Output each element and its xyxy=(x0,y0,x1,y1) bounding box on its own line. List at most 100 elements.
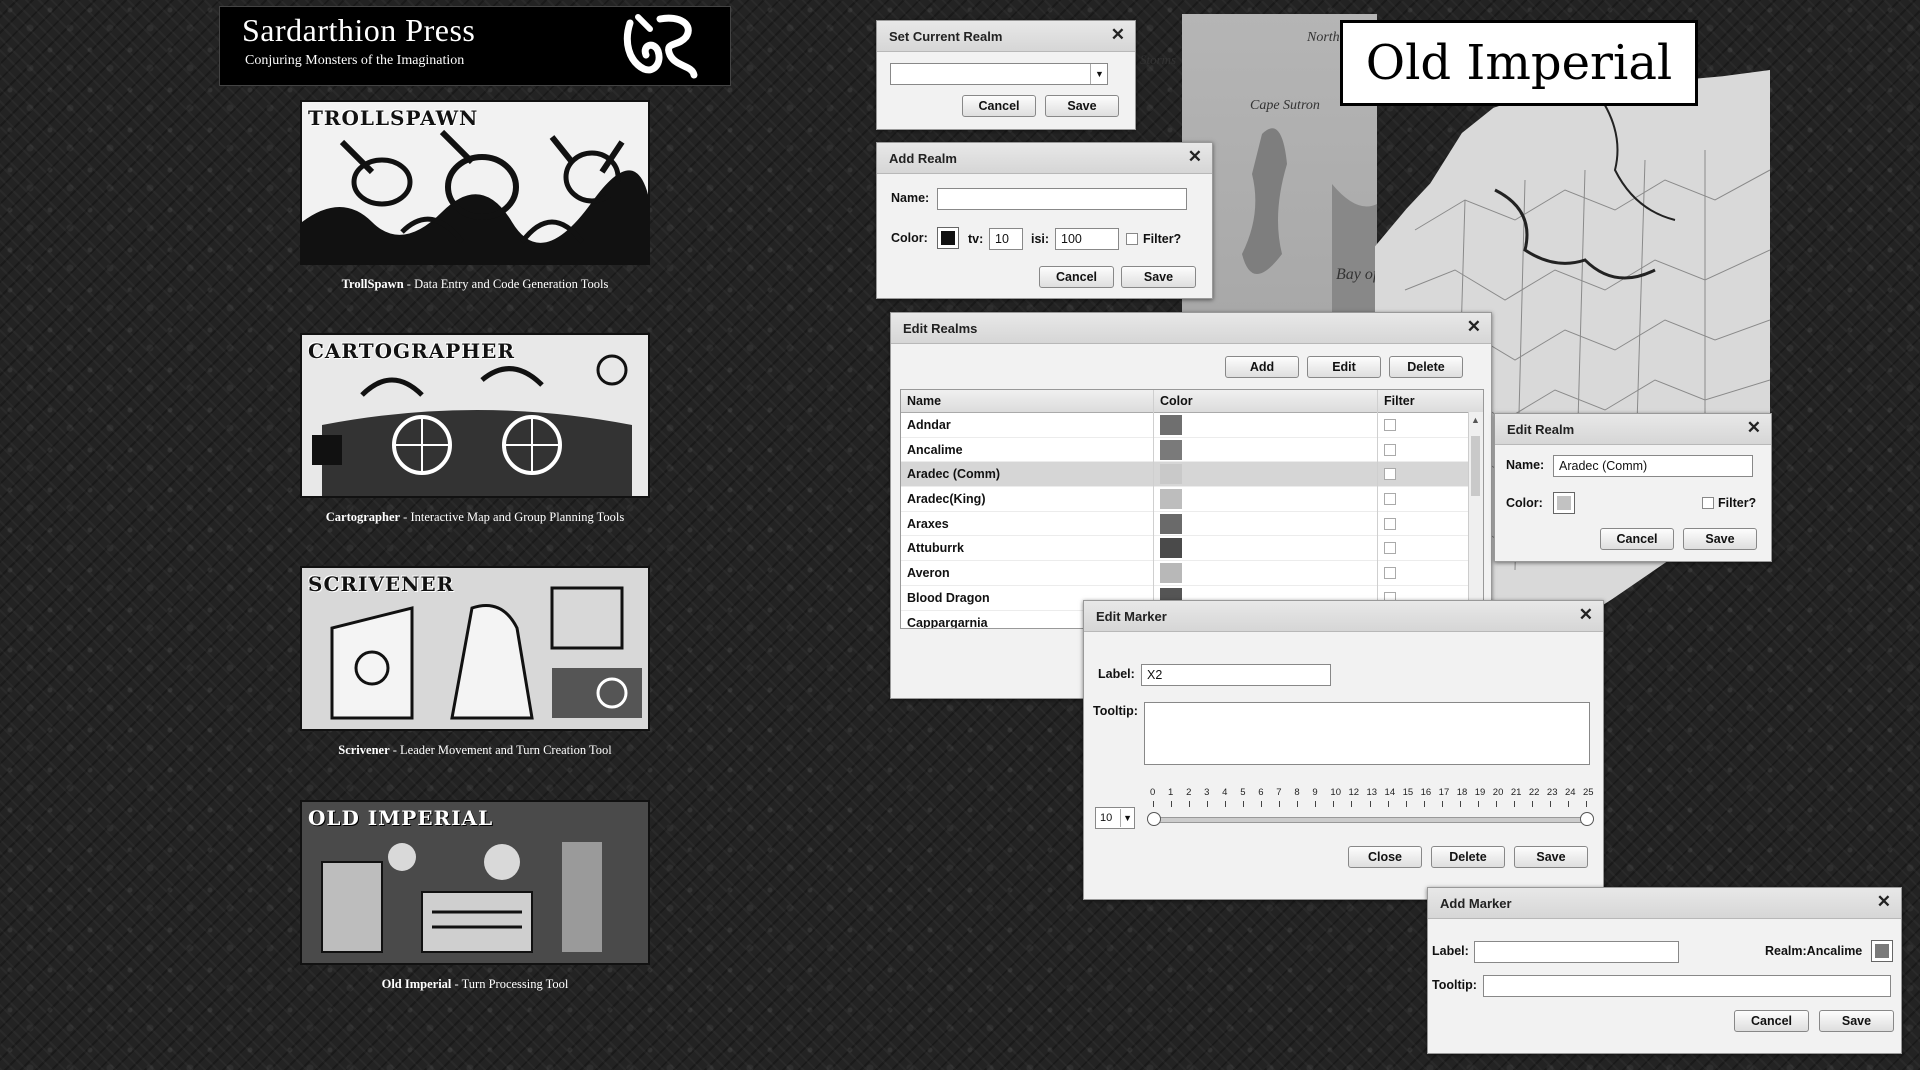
tool-old-imperial[interactable]: OLD IMPERIAL Old Imperial - Turn Process… xyxy=(300,800,650,992)
column-name[interactable]: Name xyxy=(907,394,941,408)
edit-realm-button[interactable]: Edit xyxy=(1307,356,1381,378)
realm-filter-checkbox[interactable] xyxy=(1384,542,1396,555)
press-banner[interactable]: Sardarthion Press Conjuring Monsters of … xyxy=(219,6,731,86)
name-input[interactable]: Aradec (Comm) xyxy=(1553,455,1753,477)
tool-scrivener[interactable]: SCRIVENER Scrivener - Leader Movement an… xyxy=(300,566,650,758)
label-label: Label: xyxy=(1432,944,1469,958)
table-row[interactable]: Ancalime xyxy=(901,438,1483,463)
step-select[interactable]: 10 ▼ xyxy=(1095,807,1135,829)
realm-name-cell: Araxes xyxy=(907,516,949,531)
scrivener-image[interactable]: SCRIVENER xyxy=(300,566,650,731)
tool-trollspawn[interactable]: TROLLSPAWN TrollSpawn - Data Entry and C… xyxy=(300,100,650,292)
slider-track[interactable] xyxy=(1155,817,1587,823)
color-label: Color: xyxy=(891,231,928,245)
realm-select[interactable] xyxy=(890,63,1108,85)
label-input[interactable]: X2 xyxy=(1141,664,1331,686)
scrivener-caption[interactable]: Scrivener - Leader Movement and Turn Cre… xyxy=(300,743,650,758)
realm-color-cell[interactable] xyxy=(1160,563,1182,584)
add-marker-dialog: Add Marker ✕ Label: Realm:Ancalime Toolt… xyxy=(1427,887,1902,1054)
isi-input[interactable]: 100 xyxy=(1055,228,1119,250)
table-row[interactable]: Averon xyxy=(901,561,1483,586)
save-button[interactable]: Save xyxy=(1045,95,1119,117)
color-swatch xyxy=(1557,496,1571,510)
add-realm-button[interactable]: Add xyxy=(1225,356,1299,378)
close-icon[interactable]: ✕ xyxy=(1188,147,1202,167)
cancel-button[interactable]: Cancel xyxy=(1039,266,1114,288)
close-icon[interactable]: ✕ xyxy=(1579,605,1593,625)
tv-input[interactable]: 10 xyxy=(989,228,1023,250)
scroll-thumb[interactable] xyxy=(1471,436,1480,496)
scroll-up-icon[interactable]: ▲ xyxy=(1471,415,1480,425)
tooltip-input[interactable] xyxy=(1483,975,1891,997)
table-row[interactable]: Adndar xyxy=(901,413,1483,438)
slider-handle-min[interactable] xyxy=(1147,812,1161,826)
old-imperial-name: Old Imperial xyxy=(381,977,452,991)
realm-color-cell[interactable] xyxy=(1160,538,1182,559)
press-tagline: Conjuring Monsters of the Imagination xyxy=(245,53,465,68)
save-button[interactable]: Save xyxy=(1819,1010,1894,1032)
realm-filter-checkbox[interactable] xyxy=(1384,443,1396,456)
realm-color-cell[interactable] xyxy=(1160,489,1182,510)
cancel-button[interactable]: Cancel xyxy=(962,95,1036,117)
close-button[interactable]: Close xyxy=(1348,846,1422,868)
filter-checkbox[interactable] xyxy=(1126,233,1138,245)
edit-realm-header[interactable]: Edit Realm ✕ xyxy=(1495,414,1771,445)
close-icon[interactable]: ✕ xyxy=(1467,317,1481,337)
close-icon[interactable]: ✕ xyxy=(1747,418,1761,438)
realm-color-cell[interactable] xyxy=(1160,464,1182,485)
cancel-button[interactable]: Cancel xyxy=(1734,1010,1809,1032)
old-imperial-image[interactable]: OLD IMPERIAL xyxy=(300,800,650,965)
close-icon[interactable]: ✕ xyxy=(1111,25,1125,45)
cartographer-desc: - Interactive Map and Group Planning Too… xyxy=(400,510,625,524)
press-title: Sardarthion Press xyxy=(242,12,476,48)
realm-color-cell[interactable] xyxy=(1160,439,1182,460)
realm-filter-checkbox[interactable] xyxy=(1384,419,1396,431)
cartographer-banner: CARTOGRAPHER xyxy=(308,339,516,363)
chevron-down-icon[interactable]: ▼ xyxy=(1090,64,1108,84)
cartographer-caption[interactable]: Cartographer - Interactive Map and Group… xyxy=(300,510,650,525)
trollspawn-caption[interactable]: TrollSpawn - Data Entry and Code Generat… xyxy=(300,277,650,292)
table-row[interactable]: Attuburrk xyxy=(901,536,1483,562)
chevron-down-icon[interactable]: ▼ xyxy=(1120,809,1132,827)
color-picker[interactable] xyxy=(937,227,959,249)
table-row[interactable]: Aradec(King) xyxy=(901,487,1483,512)
realm-color-swatch[interactable] xyxy=(1871,940,1893,962)
realm-color-cell[interactable] xyxy=(1160,513,1182,534)
add-realm-header[interactable]: Add Realm ✕ xyxy=(877,143,1212,174)
table-row[interactable]: Aradec (Comm) xyxy=(901,462,1483,488)
realm-filter-checkbox[interactable] xyxy=(1384,493,1396,506)
slider-handle-max[interactable] xyxy=(1580,812,1594,826)
add-marker-header[interactable]: Add Marker ✕ xyxy=(1428,888,1901,919)
delete-button[interactable]: Delete xyxy=(1431,846,1505,868)
trollspawn-image[interactable]: TROLLSPAWN xyxy=(300,100,650,265)
save-button[interactable]: Save xyxy=(1121,266,1196,288)
filter-checkbox[interactable] xyxy=(1702,497,1714,509)
cancel-button[interactable]: Cancel xyxy=(1600,528,1674,550)
edit-realms-header[interactable]: Edit Realms ✕ xyxy=(891,313,1491,344)
tooltip-textarea[interactable] xyxy=(1144,702,1590,765)
close-icon[interactable]: ✕ xyxy=(1877,892,1891,912)
filter-label: Filter? xyxy=(1143,232,1182,246)
grid-scrollbar[interactable]: ▲ xyxy=(1468,412,1483,628)
save-button[interactable]: Save xyxy=(1514,846,1588,868)
set-current-realm-header[interactable]: Set Current Realm ✕ xyxy=(877,21,1135,52)
realm-filter-checkbox[interactable] xyxy=(1384,567,1396,580)
name-input[interactable] xyxy=(937,188,1187,210)
realm-filter-checkbox[interactable] xyxy=(1384,468,1396,481)
tool-cartographer[interactable]: CARTOGRAPHER Cartographer - Interactive … xyxy=(300,333,650,525)
tick-mark xyxy=(1189,801,1191,807)
table-row[interactable]: Araxes xyxy=(901,512,1483,537)
column-color[interactable]: Color xyxy=(1160,394,1193,408)
realm-filter-checkbox[interactable] xyxy=(1384,517,1396,530)
realm-color-cell[interactable] xyxy=(1160,415,1182,435)
edit-marker-header[interactable]: Edit Marker ✕ xyxy=(1084,601,1603,632)
delete-realm-button[interactable]: Delete xyxy=(1389,356,1463,378)
cartographer-image[interactable]: CARTOGRAPHER xyxy=(300,333,650,498)
column-filter[interactable]: Filter xyxy=(1384,394,1415,408)
realms-grid[interactable]: Name Color Filter Adndar Ancalime Aradec (… xyxy=(900,389,1484,629)
old-imperial-caption[interactable]: Old Imperial - Turn Processing Tool xyxy=(300,977,650,992)
color-picker[interactable] xyxy=(1553,492,1575,514)
filter-label: Filter? xyxy=(1718,496,1757,510)
label-input[interactable] xyxy=(1474,941,1679,963)
save-button[interactable]: Save xyxy=(1683,528,1757,550)
